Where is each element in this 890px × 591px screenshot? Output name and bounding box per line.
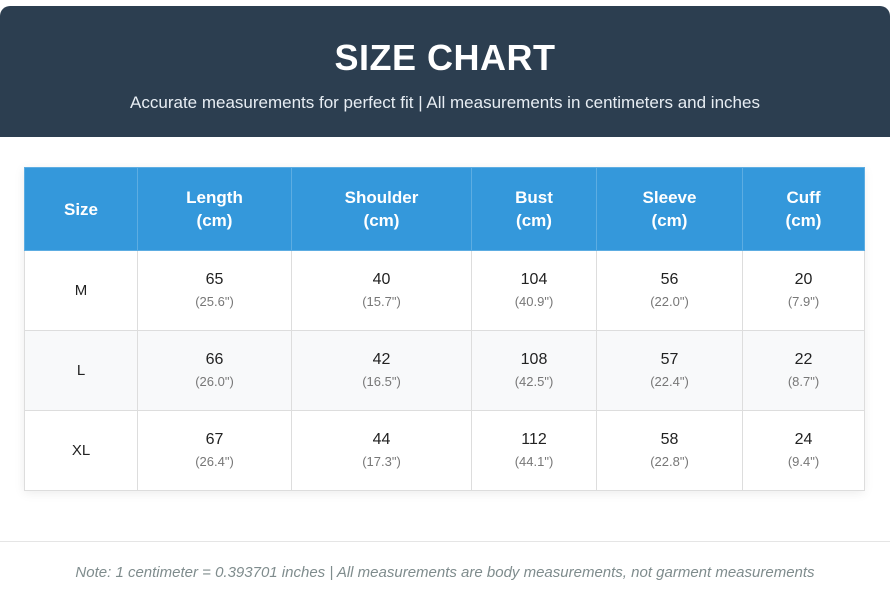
- size-table-container: Size Length (cm) Shoulder (cm) Bust (cm): [24, 167, 865, 491]
- inch-value: (7.9"): [787, 294, 820, 309]
- column-header-unit: (cm): [651, 211, 688, 230]
- inch-value: (22.0"): [650, 294, 689, 309]
- inch-value: (17.3"): [362, 454, 401, 469]
- cm-value: 56: [660, 271, 679, 288]
- cm-value: 58: [660, 431, 679, 448]
- inch-value: (8.7"): [787, 374, 820, 389]
- cm-value: 20: [794, 271, 813, 288]
- size-label-cell: XL: [24, 410, 138, 491]
- inch-value: (9.4"): [787, 454, 820, 469]
- bust-cell: 104 (40.9"): [471, 250, 597, 331]
- column-header-label: Shoulder: [344, 188, 419, 207]
- column-header-label: Sleeve: [642, 188, 697, 207]
- table-row-l: L 66 (26.0") 42 (16.5") 108 (42.5") 57 (…: [24, 330, 865, 411]
- inch-value: (26.4"): [195, 454, 234, 469]
- length-cell: 66 (26.0"): [137, 330, 292, 411]
- cm-value: 108: [520, 351, 548, 368]
- column-header-cuff: Cuff (cm): [742, 167, 865, 251]
- column-header-label: Size: [63, 199, 99, 219]
- shoulder-cell: 44 (17.3"): [291, 410, 472, 491]
- column-header-unit: (cm): [363, 211, 400, 230]
- column-header-unit: (cm): [196, 211, 233, 230]
- cuff-cell: 20 (7.9"): [742, 250, 865, 331]
- shoulder-cell: 40 (15.7"): [291, 250, 472, 331]
- shoulder-cell: 42 (16.5"): [291, 330, 472, 411]
- inch-value: (42.5"): [514, 374, 554, 389]
- inch-value: (16.5"): [362, 374, 401, 389]
- length-cell: 65 (25.6"): [137, 250, 292, 331]
- cm-value: 22: [794, 351, 813, 368]
- page-subtitle: Accurate measurements for perfect fit | …: [130, 93, 760, 112]
- sleeve-cell: 56 (22.0"): [596, 250, 743, 331]
- length-cell: 67 (26.4"): [137, 410, 292, 491]
- chart-footer: Note: 1 centimeter = 0.393701 inches | A…: [0, 541, 890, 591]
- cm-value: 42: [372, 351, 391, 368]
- size-table: Size Length (cm) Shoulder (cm) Bust (cm): [24, 167, 865, 491]
- column-header-unit: (cm): [516, 211, 552, 230]
- inch-value: (25.6"): [195, 294, 234, 309]
- cm-value: 24: [794, 431, 813, 448]
- inch-value: (15.7"): [362, 294, 401, 309]
- table-row-m: M 65 (25.6") 40 (15.7") 104 (40.9") 56 (…: [24, 250, 865, 331]
- cm-value: 57: [660, 351, 679, 368]
- column-header-length: Length (cm): [137, 167, 292, 251]
- column-header-shoulder: Shoulder (cm): [291, 167, 472, 251]
- column-header-label: Bust: [515, 188, 553, 207]
- column-header-bust: Bust (cm): [471, 167, 597, 251]
- cm-value: 104: [520, 271, 548, 288]
- size-chart-card: SIZE CHART Accurate measurements for per…: [0, 6, 890, 591]
- column-header-size: Size: [24, 167, 138, 251]
- column-header-label: Cuff: [786, 188, 821, 207]
- chart-header: SIZE CHART Accurate measurements for per…: [0, 6, 890, 137]
- table-row-xl: XL 67 (26.4") 44 (17.3") 112 (44.1") 58: [24, 410, 865, 491]
- bust-cell: 112 (44.1"): [471, 410, 597, 491]
- table-header-row: Size Length (cm) Shoulder (cm) Bust (cm): [24, 167, 865, 251]
- cm-value: 65: [205, 271, 224, 288]
- column-header-sleeve: Sleeve (cm): [596, 167, 743, 251]
- cm-value: 67: [205, 431, 224, 448]
- inch-value: (40.9"): [514, 294, 554, 309]
- column-header-unit: (cm): [785, 211, 822, 230]
- cm-value: 66: [205, 351, 224, 368]
- inch-value: (22.4"): [650, 374, 689, 389]
- cuff-cell: 24 (9.4"): [742, 410, 865, 491]
- inch-value: (22.8"): [650, 454, 689, 469]
- cm-value: 40: [372, 271, 391, 288]
- page-title: SIZE CHART: [334, 37, 556, 78]
- cm-value: 44: [372, 431, 391, 448]
- bust-cell: 108 (42.5"): [471, 330, 597, 411]
- cuff-cell: 22 (8.7"): [742, 330, 865, 411]
- inch-value: (26.0"): [195, 374, 234, 389]
- conversion-note: Note: 1 centimeter = 0.393701 inches | A…: [75, 564, 815, 581]
- size-label-cell: M: [24, 250, 138, 331]
- sleeve-cell: 57 (22.4"): [596, 330, 743, 411]
- sleeve-cell: 58 (22.8"): [596, 410, 743, 491]
- cm-value: 112: [521, 431, 547, 448]
- inch-value: (44.1"): [514, 454, 554, 469]
- size-label-cell: L: [24, 330, 138, 411]
- column-header-label: Length: [186, 188, 243, 207]
